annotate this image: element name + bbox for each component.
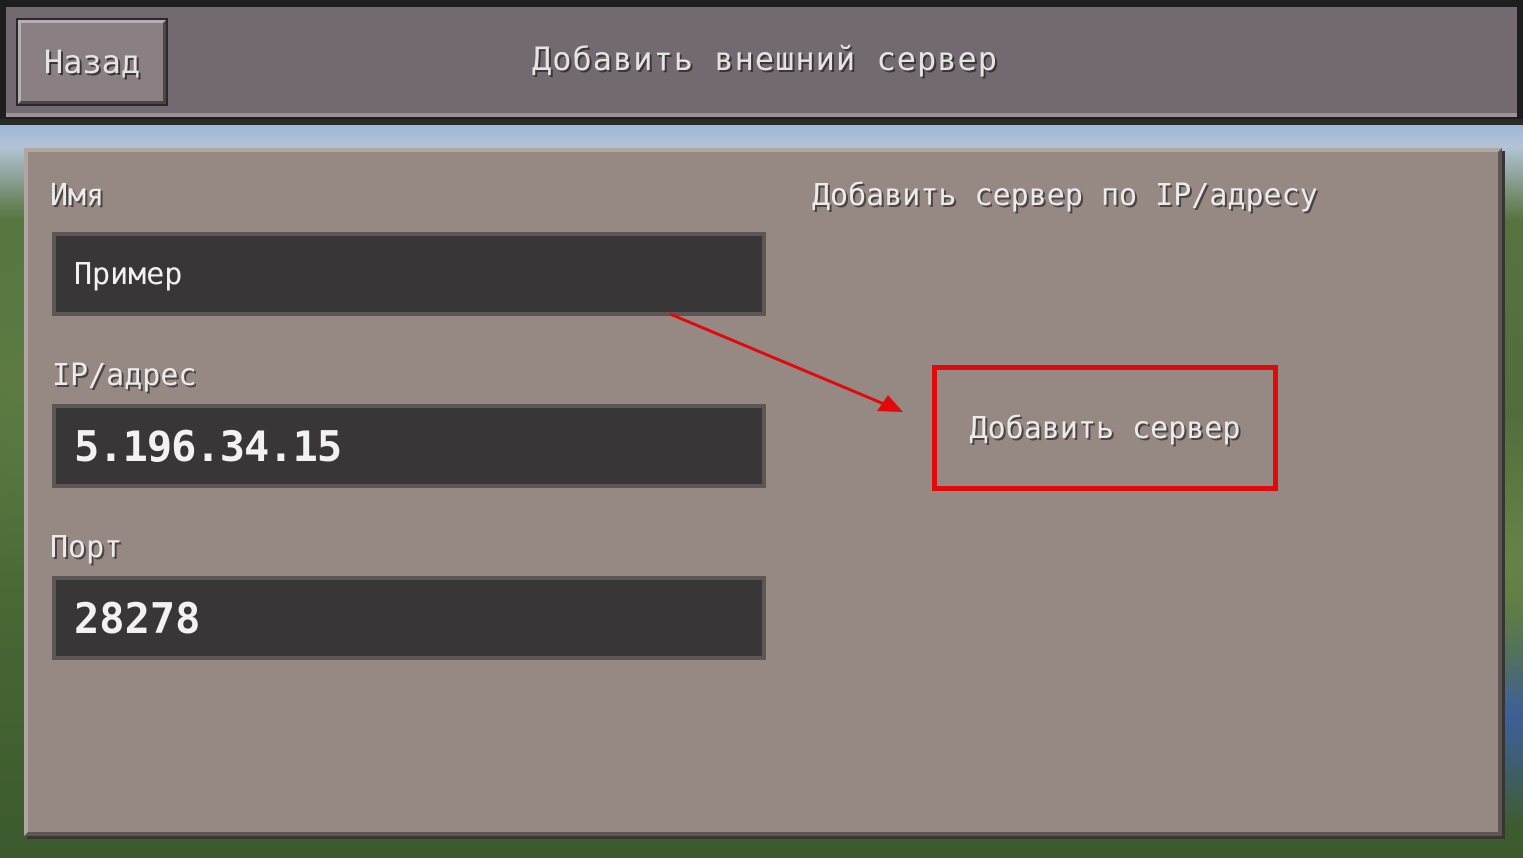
port-label: Порт (50, 530, 123, 565)
server-form-panel: Имя Пример IP/адрес 5.196.34.15 Порт 282… (24, 148, 1502, 836)
add-server-button-label: Добавить сервер (969, 410, 1241, 446)
port-field-value: 28278 (74, 593, 201, 643)
back-button-label: Назад (43, 43, 141, 81)
name-field[interactable]: Пример (52, 232, 766, 316)
top-bar: Назад Добавить внешний сервер (0, 0, 1523, 125)
add-by-ip-heading: Добавить сервер по IP/адресу (812, 178, 1318, 213)
ip-address-field-value: 5.196.34.15 (74, 421, 342, 471)
ip-address-field[interactable]: 5.196.34.15 (52, 404, 766, 488)
name-field-value: Пример (74, 256, 183, 292)
add-server-button[interactable]: Добавить сервер (932, 365, 1278, 491)
page-title: Добавить внешний сервер (531, 40, 999, 78)
ip-label: IP/адрес (52, 358, 197, 393)
name-label: Имя (50, 178, 105, 213)
back-button[interactable]: Назад (16, 18, 168, 106)
top-bar-divider (0, 119, 1523, 125)
port-field[interactable]: 28278 (52, 576, 766, 660)
